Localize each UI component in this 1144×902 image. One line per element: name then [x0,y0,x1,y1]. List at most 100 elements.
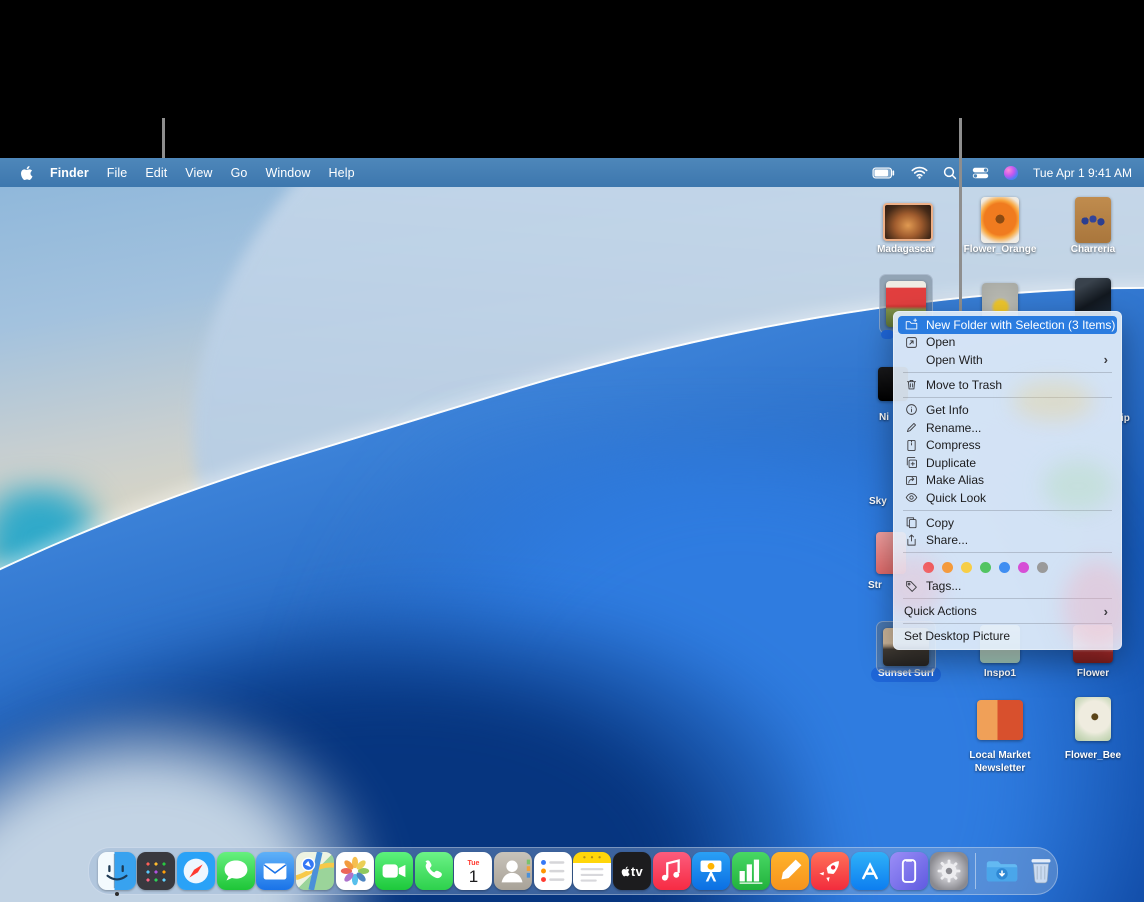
dock-safari-icon[interactable] [176,849,216,893]
menu-item-share[interactable]: Share... [898,532,1117,550]
menu-item-get-info[interactable]: Get Info [898,401,1117,419]
dock-reminders-icon[interactable] [533,849,573,893]
desktop-icon-label: Local Market Newsletter [960,750,1040,775]
dock-pages-icon[interactable] [770,849,810,893]
menu-item-compress[interactable]: Compress [898,436,1117,454]
menu-item-copy[interactable]: Copy [898,514,1117,532]
desktop-icon-flower-bee[interactable]: Flower_Bee [1048,697,1138,763]
dock-finder-icon[interactable] [97,849,137,893]
macos-desktop: FinderFileEditViewGoWindowHelp Tue Apr 1… [0,0,1144,902]
menu-item-label: Duplicate [926,456,976,470]
tag-orange-dot[interactable] [942,562,953,573]
chevron-right-icon: › [1104,604,1108,619]
music-app-icon [653,852,691,890]
safari-app-icon [177,852,215,890]
thumbnail-image [977,700,1023,740]
share-icon [904,534,919,547]
menu-item-new-folder-with-selection-3-items[interactable]: New Folder with Selection (3 Items) [898,316,1117,334]
tag-green-dot[interactable] [980,562,991,573]
menu-separator [903,552,1112,553]
menu-item-label: Tags... [926,579,961,593]
chevron-right-icon: › [1104,352,1108,367]
desktop-icon-label-fragment: ip [1121,413,1130,424]
menu-item-set-desktop-picture[interactable]: Set Desktop Picture [898,628,1117,646]
desktop-icon-label-fragment: Ni [879,412,889,423]
menu-item-label: Set Desktop Picture [904,629,1010,643]
thumbnail-image [1075,197,1111,243]
maps-app-icon [296,852,334,890]
menu-item-quick-look[interactable]: Quick Look [898,489,1117,507]
menu-item-tags[interactable]: Tags... [898,578,1117,596]
callout-line-context-menu [959,118,962,311]
dock-launchpad-icon[interactable] [136,849,176,893]
thumbnail-image [1075,697,1111,741]
desktop-icon-charreria[interactable]: Charreria [1048,197,1138,257]
tag-gray-dot[interactable] [1037,562,1048,573]
dock-numbers-icon[interactable] [731,849,771,893]
finder-app-icon [98,852,136,890]
menu-separator [903,397,1112,398]
running-indicator-dot [115,892,119,896]
desktop-icon-label-fragment: Sky [869,496,887,507]
phone-app-icon [415,852,453,890]
desktop-icon-label: Madagascar [877,244,935,257]
dock: Tue1 tv [88,847,1058,895]
menu-item-label: Quick Look [926,491,986,505]
dock-trash-icon[interactable] [1021,849,1061,893]
file-thumbnail [883,203,929,237]
dock-calendar-icon[interactable]: Tue1 [453,849,493,893]
dock-phone-icon[interactable] [414,849,454,893]
menu-item-label: Rename... [926,421,981,435]
dock-photos-icon[interactable] [335,849,375,893]
menu-item-move-to-trash[interactable]: Move to Trash [898,376,1117,394]
menu-item-label: Make Alias [926,473,984,487]
menu-item-make-alias[interactable]: Make Alias [898,472,1117,490]
dock-messages-icon[interactable] [216,849,256,893]
dock-tv-icon[interactable]: tv [612,849,652,893]
menu-item-duplicate[interactable]: Duplicate [898,454,1117,472]
numbers-app-icon [732,852,770,890]
desktop-icon-label: Flower [1077,668,1109,681]
desktop-icon-label: Flower_Orange [964,244,1037,257]
desktop-icon-madagascar[interactable]: Madagascar [861,203,951,257]
dock-settings-icon[interactable] [929,849,969,893]
copy-icon [904,516,919,529]
desktop-icon-label: Charreria [1071,244,1115,257]
menu-item-open[interactable]: Open [898,334,1117,352]
tag-red-dot[interactable] [923,562,934,573]
dock-contacts-icon[interactable] [493,849,533,893]
tag-icon [904,580,919,593]
desktop-icon-flower-orange[interactable]: Flower_Orange [955,197,1045,257]
dock-maps-icon[interactable] [295,849,335,893]
thumbnail-image [981,197,1019,243]
menu-item-quick-actions[interactable]: Quick Actions› [898,603,1117,621]
dock-downloads-icon[interactable] [982,849,1022,893]
tag-purple-dot[interactable] [1018,562,1029,573]
file-thumbnail [1075,697,1111,741]
dock-facetime-icon[interactable] [374,849,414,893]
menu-separator [903,598,1112,599]
tag-yellow-dot[interactable] [961,562,972,573]
reminders-app-icon [534,852,572,890]
dock-appstore-icon[interactable] [850,849,890,893]
menu-item-open-with[interactable]: Open With› [898,351,1117,369]
menu-item-label: Compress [926,438,981,452]
contacts-app-icon [494,852,532,890]
tv-app-icon: tv [613,852,651,890]
dock-iphone-mirroring-icon[interactable] [889,849,929,893]
callout-line-menubar [162,118,165,158]
notes-app-icon [573,852,611,890]
callout-black-band [0,0,1144,158]
dock-keynote-icon[interactable] [691,849,731,893]
menu-item-label: Move to Trash [926,378,1002,392]
dock-music-icon[interactable] [652,849,692,893]
tag-blue-dot[interactable] [999,562,1010,573]
menu-separator [903,510,1112,511]
dock-notes-icon[interactable] [572,849,612,893]
menu-item-rename[interactable]: Rename... [898,419,1117,437]
dock-games-icon[interactable] [810,849,850,893]
dock-mail-icon[interactable] [255,849,295,893]
make-alias-icon [904,474,919,487]
menu-separator [903,623,1112,624]
desktop-icon-local-market-newsletter[interactable]: Local Market Newsletter [955,700,1045,775]
